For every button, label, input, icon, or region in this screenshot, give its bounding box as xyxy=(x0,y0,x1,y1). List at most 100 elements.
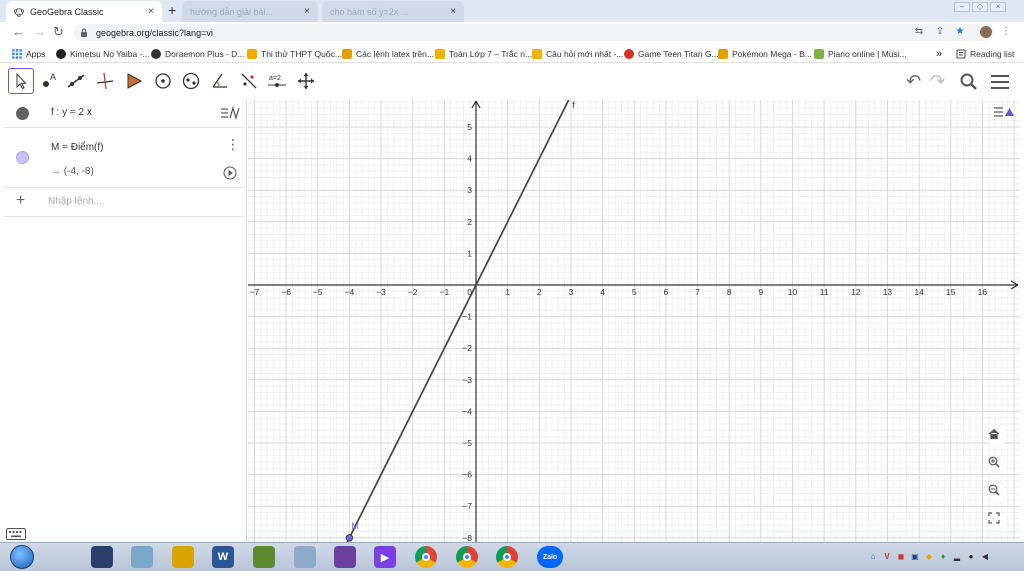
tool-move-graphics[interactable] xyxy=(293,68,319,94)
bookmark-item[interactable]: Piano online | Musi... xyxy=(814,47,907,60)
tool-circle[interactable] xyxy=(150,68,176,94)
tab-close-icon[interactable]: × xyxy=(148,6,154,17)
tool-line[interactable] xyxy=(63,68,89,94)
tool-angle[interactable] xyxy=(207,68,233,94)
tray-app-icon[interactable]: ♦ xyxy=(938,552,948,562)
algebra-input-M[interactable]: M = Điểm(f) xyxy=(51,142,104,153)
share-icon[interactable]: ⇪ xyxy=(934,26,946,38)
tray-app-icon[interactable]: ◆ xyxy=(924,552,934,562)
x-tick-label: 12 xyxy=(851,287,861,297)
coordinate-plane[interactable]: −7 −6 −5 −4 −3 −2 −1 1 2 3 4 5 6 7 8 9 10 11 12 13 14 15 16−8−… xyxy=(248,100,1020,542)
tab-3[interactable]: cho hàm số y=2x ... × xyxy=(322,1,464,22)
tool-reflect[interactable] xyxy=(236,68,262,94)
taskbar-app-recycle[interactable] xyxy=(131,546,153,568)
taskbar-app-minecraft[interactable] xyxy=(253,546,275,568)
bookmark-item[interactable]: Kimetsu No Yaiba -... xyxy=(56,47,150,60)
browser-menu-icon[interactable]: ⋮ xyxy=(1000,26,1012,38)
taskbar-app-vs[interactable]: ▶ xyxy=(374,546,396,568)
visibility-marble[interactable] xyxy=(16,151,29,164)
bookmark-item[interactable]: Doraemon Plus - D... xyxy=(151,47,244,60)
tab-close-icon[interactable]: × xyxy=(450,6,456,17)
bookmark-item[interactable]: Pokémon Mega - B... xyxy=(718,47,812,60)
algebra-style-bar-icon[interactable] xyxy=(220,105,242,124)
bookmark-label: Apps xyxy=(26,48,46,59)
start-button[interactable] xyxy=(10,545,34,569)
redo-icon[interactable]: ↷ xyxy=(930,72,945,90)
tab-2[interactable]: hướng dẫn giải bài... × xyxy=(182,1,318,22)
tool-ellipse[interactable] xyxy=(178,68,204,94)
taskbar-app-chrome-dev[interactable] xyxy=(456,546,478,568)
tray-app-icon[interactable]: ⌂ xyxy=(868,552,878,562)
taskbar-app-game[interactable] xyxy=(334,546,356,568)
taskbar-app-zalo[interactable]: Zalo xyxy=(537,546,563,568)
algebra-row-f[interactable]: f : y = 2 x xyxy=(4,100,247,128)
tray-app-icon[interactable]: ◼ xyxy=(896,552,906,562)
x-tick-label: 4 xyxy=(600,287,605,297)
play-animation-icon[interactable] xyxy=(223,166,237,183)
tool-perpendicular[interactable] xyxy=(92,68,118,94)
algebra-row-M[interactable]: M = Điểm(f) → (-4, -8) ⋮ xyxy=(4,128,247,188)
url-text: geogebra.org/classic?lang=vi xyxy=(96,27,213,38)
more-options-icon[interactable]: ⋮ xyxy=(226,136,240,153)
tool-slider[interactable]: a=2 xyxy=(264,68,290,94)
bookmark-item[interactable]: Toán Lớp 7 – Trắc n... xyxy=(435,47,532,60)
chrome-center-icon xyxy=(463,553,471,561)
tray-app-icon[interactable]: ● xyxy=(966,552,976,562)
profile-avatar[interactable] xyxy=(980,26,992,38)
volume-icon[interactable]: ◀ xyxy=(980,552,990,562)
tool-move[interactable] xyxy=(8,68,34,94)
x-tick-label: −2 xyxy=(408,287,418,297)
x-tick-label: 3 xyxy=(569,287,574,297)
back-icon[interactable]: ← xyxy=(12,25,25,39)
algebra-output-M: → (-4, -8) xyxy=(51,166,94,177)
tab-geogebra[interactable]: GeoGebra Classic × xyxy=(6,1,162,22)
bookmark-item[interactable]: Các lệnh latex trên... xyxy=(342,47,434,60)
search-icon[interactable] xyxy=(959,72,979,95)
visibility-marble[interactable] xyxy=(16,107,29,120)
taskbar-app-media[interactable] xyxy=(91,546,113,568)
bookmark-item[interactable]: Game Teen Titan G... xyxy=(624,47,719,60)
lock-icon xyxy=(81,28,87,37)
bookmark-item[interactable]: Thi thử THPT Quốc... xyxy=(247,47,342,60)
main-menu-icon[interactable] xyxy=(990,72,1010,95)
y-tick-label: −3 xyxy=(462,375,472,385)
tool-point[interactable]: A xyxy=(36,68,62,94)
reading-list-button[interactable]: Reading list xyxy=(956,47,1014,60)
x-tick-label: −3 xyxy=(376,287,386,297)
tab-title: GeoGebra Classic xyxy=(30,6,104,17)
close-window-button[interactable]: × xyxy=(990,2,1006,12)
taskbar-app-chrome[interactable] xyxy=(415,546,437,568)
taskbar-app-files[interactable] xyxy=(294,546,316,568)
taskbar-app-word[interactable]: W xyxy=(212,546,234,568)
command-input-field[interactable]: Nhập lệnh... xyxy=(48,196,102,207)
translate-icon[interactable]: ⇆ xyxy=(913,26,925,38)
bookmark-item[interactable]: Câu hỏi mới nhất -... xyxy=(532,47,623,60)
bookmark-favicon-icon xyxy=(532,48,542,59)
bookmark-apps[interactable]: Apps xyxy=(12,47,45,60)
new-tab-button[interactable]: + xyxy=(168,3,176,17)
algebra-view: f : y = 2 x M = Điểm(f) → (-4, -8) ⋮ + N… xyxy=(4,100,247,542)
graphics-view[interactable]: −7 −6 −5 −4 −3 −2 −1 1 2 3 4 5 6 7 8 9 10 11 12 13 14 15 16 −8−… xyxy=(248,100,1020,542)
tray-app-icon[interactable]: V xyxy=(882,552,892,562)
maximize-button[interactable]: ◇ xyxy=(972,2,988,12)
forward-icon[interactable]: → xyxy=(33,25,46,39)
algebra-input-row[interactable]: + Nhập lệnh... xyxy=(4,188,247,217)
minimize-button[interactable]: – xyxy=(954,2,970,12)
tab-close-icon[interactable]: × xyxy=(304,6,310,17)
tool-polygon[interactable] xyxy=(121,68,147,94)
keyboard-icon[interactable] xyxy=(6,528,26,543)
algebra-input-f[interactable]: f : y = 2 x xyxy=(51,107,92,118)
tray-app-icon[interactable]: ▣ xyxy=(910,552,920,562)
taskbar-app-pikachu[interactable] xyxy=(172,546,194,568)
undo-icon[interactable]: ↶ xyxy=(906,72,921,90)
bookmarks-overflow-button[interactable]: » xyxy=(936,47,942,60)
bookmark-star-icon[interactable]: ★ xyxy=(954,26,966,38)
taskbar-app-chrome-alt[interactable] xyxy=(496,546,518,568)
home-icon[interactable] xyxy=(988,428,1006,446)
network-signal-icon[interactable]: ▂ xyxy=(952,552,962,562)
url-field[interactable]: geogebra.org/classic?lang=vi xyxy=(74,24,994,41)
zoom-out-icon[interactable] xyxy=(988,484,1006,502)
reload-icon[interactable]: ↻ xyxy=(53,25,64,39)
zoom-in-icon[interactable] xyxy=(988,456,1006,474)
fullscreen-icon[interactable] xyxy=(988,512,1006,530)
